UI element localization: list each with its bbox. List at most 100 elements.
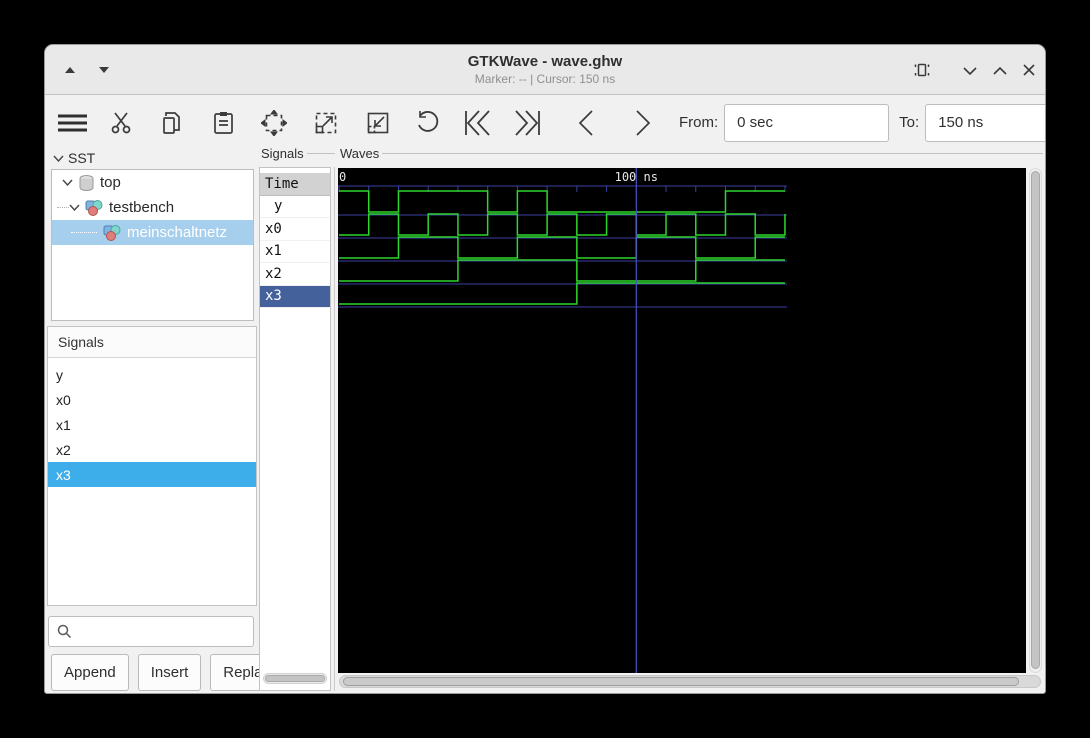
signal-name-label: x1: [265, 243, 282, 260]
name-row-x3[interactable]: x3: [260, 285, 330, 308]
window-title: GTKWave - wave.ghw: [467, 53, 623, 70]
toolbar: From: To:: [45, 96, 1045, 149]
name-row-x1[interactable]: x1: [260, 241, 330, 263]
tree-item-meinschaltnetz[interactable]: meinschaltnetz: [52, 220, 253, 245]
from-input[interactable]: [724, 103, 890, 142]
signal-name-label: x0: [265, 220, 282, 237]
from-label: From:: [679, 114, 719, 131]
tree-item-label: testbench: [109, 199, 175, 216]
expander-chevron-icon[interactable]: [62, 179, 73, 186]
tree-item-top[interactable]: top: [52, 170, 253, 195]
to-input[interactable]: [925, 103, 1045, 142]
skip-to-start-icon: [465, 109, 490, 136]
skip-to-end-icon: [515, 109, 540, 136]
facility-item-label: x0: [56, 391, 71, 408]
shift-left-button[interactable]: [571, 106, 601, 140]
go-to-end-button[interactable]: [512, 106, 542, 140]
hamburger-menu-icon: [58, 114, 87, 131]
sst-expander[interactable]: SST: [53, 150, 95, 166]
svg-text:0: 0: [339, 170, 346, 184]
names-frame-label-text: Signals: [261, 146, 304, 161]
maximize-button[interactable]: [989, 59, 1011, 81]
signal-name-label: x3: [265, 288, 282, 305]
cut-button[interactable]: [106, 106, 136, 140]
sst-tree: top testbench meinschaltnetz: [51, 169, 254, 321]
zoom-fit-icon: [261, 109, 287, 136]
sst-label: SST: [68, 150, 96, 166]
facility-item-x1[interactable]: x1: [48, 412, 256, 437]
window-subtitle: Marker: -- | Cursor: 150 ns: [474, 72, 616, 86]
name-row-x0[interactable]: x0: [260, 218, 330, 241]
close-icon: [1023, 64, 1035, 76]
signal-search-field[interactable]: [48, 616, 254, 647]
facility-list: Signals y x0 x1 x2 x3: [47, 326, 257, 606]
waves-vertical-scrollbar[interactable]: [1029, 168, 1042, 673]
waves-frame-label: Waves: [340, 146, 1043, 161]
names-horizontal-scrollbar[interactable]: [263, 673, 327, 684]
menu-button[interactable]: [57, 106, 87, 140]
undo-button[interactable]: [413, 106, 443, 140]
pane-splitter[interactable]: [334, 167, 335, 691]
waves-frame-label-text: Waves: [340, 146, 380, 161]
zoom-in-icon: [315, 112, 337, 133]
insert-button[interactable]: Insert: [137, 654, 202, 691]
chevron-up-icon: [993, 66, 1007, 75]
signal-name-label: y: [274, 198, 283, 215]
facility-actions: Append Insert Replace: [51, 654, 292, 691]
facility-item-x0[interactable]: x0: [48, 387, 256, 412]
titlebar[interactable]: GTKWave - wave.ghw Marker: -- | Cursor: …: [45, 45, 1045, 95]
chevron-down-icon: [963, 66, 977, 75]
chevron-left-icon: [578, 109, 593, 136]
name-row-x2[interactable]: x2: [260, 263, 330, 286]
tile-icon: [914, 63, 930, 77]
facility-item-label: y: [56, 366, 63, 383]
name-row-y[interactable]: y: [260, 196, 330, 218]
paste-button[interactable]: [208, 106, 238, 140]
copy-icon: [163, 111, 180, 134]
zoom-out-icon: [367, 112, 389, 133]
facility-item-x2[interactable]: x2: [48, 437, 256, 462]
title-area: GTKWave - wave.ghw Marker: -- | Cursor: …: [45, 45, 1045, 94]
zoom-fit-button[interactable]: [259, 106, 289, 140]
tree-item-label: meinschaltnetz: [127, 224, 228, 241]
waves-horizontal-scrollbar[interactable]: [339, 675, 1041, 688]
facility-item-x3[interactable]: x3: [48, 462, 256, 487]
signal-names-column: Time y x0 x1 x2 x3: [259, 167, 331, 691]
minimize-button[interactable]: [959, 59, 981, 81]
scrollbar-thumb[interactable]: [265, 675, 325, 682]
names-frame-label: Signals: [261, 146, 335, 161]
search-icon: [57, 624, 72, 639]
scissors-icon: [111, 111, 131, 133]
append-button[interactable]: Append: [51, 654, 129, 691]
keep-above-button[interactable]: [911, 59, 933, 81]
shift-right-button[interactable]: [628, 106, 658, 140]
expander-chevron-icon: [53, 155, 64, 162]
waveform-plot: 0 100 ns: [338, 168, 787, 673]
facility-item-label: x1: [56, 416, 71, 433]
module-icon: [103, 225, 121, 241]
scrollbar-thumb[interactable]: [1031, 171, 1040, 669]
time-header: Time: [260, 173, 330, 196]
module-icon: [85, 200, 103, 216]
undo-icon: [418, 110, 439, 132]
facility-list-header[interactable]: Signals: [48, 327, 256, 358]
signal-name-label: x2: [265, 265, 282, 282]
clipboard-icon: [213, 111, 233, 134]
chevron-right-icon: [636, 109, 651, 136]
expander-chevron-icon[interactable]: [69, 204, 80, 211]
close-button[interactable]: [1018, 59, 1040, 81]
facility-item-y[interactable]: y: [48, 362, 256, 387]
to-label: To:: [899, 114, 920, 131]
go-to-start-button[interactable]: [463, 106, 493, 140]
tree-item-testbench[interactable]: testbench: [52, 195, 253, 220]
scope-cylinder-icon: [79, 174, 94, 191]
gtkwave-window: GTKWave - wave.ghw Marker: -- | Cursor: …: [44, 44, 1046, 694]
facility-item-label: x2: [56, 441, 71, 458]
scrollbar-thumb[interactable]: [343, 677, 1019, 686]
zoom-out-button[interactable]: [363, 106, 393, 140]
tree-item-label: top: [100, 174, 121, 191]
waves-canvas[interactable]: 0 100 ns: [338, 168, 1026, 673]
zoom-in-button[interactable]: [311, 106, 341, 140]
copy-button[interactable]: [157, 106, 187, 140]
facility-item-label: x3: [56, 466, 71, 483]
